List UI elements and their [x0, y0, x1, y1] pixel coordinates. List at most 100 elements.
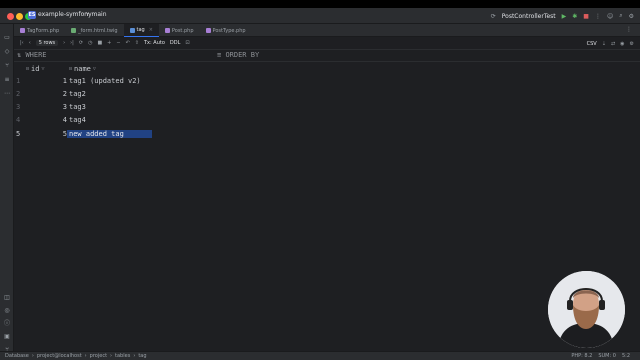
cell-id[interactable]: 4 [50, 116, 67, 124]
branch-selector[interactable]: ⑂ main [86, 11, 107, 18]
tab-form-twig[interactable]: _form.html.twig [65, 24, 123, 37]
tx-mode-selector[interactable]: Tx: Auto [144, 40, 165, 46]
cell-id[interactable]: 1 [50, 77, 67, 85]
column-icon: ⊟ [69, 66, 73, 72]
breadcrumb-item[interactable]: project@localhost [37, 353, 82, 359]
minimize-window-button[interactable] [16, 13, 23, 20]
cell-id[interactable]: 2 [50, 90, 67, 98]
revert-icon[interactable]: ↶ [126, 40, 130, 46]
search-icon[interactable]: ⌕ [619, 12, 622, 20]
where-filter-input[interactable]: ⇅ WHERE [17, 51, 47, 59]
breadcrumb: Database › project@localhost › project › ta… [5, 353, 147, 359]
row-number: 5 [16, 130, 21, 138]
table-row[interactable]: 4 4 tag4 [14, 116, 154, 129]
add-row-icon[interactable]: + [107, 40, 111, 46]
tab-posttype[interactable]: PostType.php [200, 24, 252, 37]
webcam-overlay [548, 271, 625, 348]
tab-tag-table[interactable]: tag × [123, 24, 159, 37]
settings-icon[interactable]: ⚙ [630, 41, 634, 47]
terminal-icon[interactable]: ▣ [3, 333, 11, 341]
cell-name[interactable]: tag4 [67, 116, 152, 124]
cell-name[interactable]: tag2 [67, 90, 152, 98]
query-icon[interactable]: ⊡ [185, 40, 189, 46]
column-header-name[interactable]: ⊟ name ▽ [69, 63, 96, 75]
debug-icon[interactable]: ✱ [572, 13, 577, 20]
first-page-icon[interactable]: |‹ [20, 40, 24, 46]
settings-icon[interactable]: ⚙ [629, 13, 634, 20]
table-icon [129, 27, 135, 33]
history-icon[interactable]: ◷ [88, 40, 92, 46]
remove-row-icon[interactable]: − [116, 40, 120, 46]
stop-icon[interactable]: ■ [97, 40, 102, 46]
tab-post[interactable]: Post.php [159, 24, 200, 37]
php-version[interactable]: PHP: 8.2 [571, 353, 592, 359]
close-window-button[interactable] [7, 13, 14, 20]
breadcrumb-item[interactable]: tables [115, 353, 130, 359]
tab-overflow-icon[interactable]: ⋮ [626, 26, 632, 33]
submit-icon[interactable]: ⇧ [135, 40, 139, 46]
structure-icon[interactable]: ≡ [3, 76, 11, 84]
breadcrumb-item[interactable]: project [90, 353, 107, 359]
folder-icon[interactable]: ▭ [3, 34, 11, 42]
ddl-button[interactable]: DDL [170, 40, 181, 46]
breadcrumb-item[interactable]: tag [138, 353, 146, 359]
view-icon[interactable]: ◉ [620, 41, 624, 47]
tab-label: Post.php [171, 27, 194, 34]
services-icon[interactable]: ◎ [3, 307, 11, 315]
data-editor-toolbar: |‹ ‹ 5 rows › ›| ⟳ ◷ ■ + − ↶ ⇧ Tx: Auto … [14, 37, 640, 50]
more-tools-icon[interactable]: ⋯ [3, 90, 11, 98]
add-user-icon[interactable]: ☺ [607, 13, 613, 20]
sync-icon[interactable]: ⟳ [491, 13, 496, 20]
stop-icon[interactable]: ■ [583, 13, 589, 20]
orderby-label: ORDER BY [225, 51, 260, 59]
table-row[interactable]: 1 1 tag1 (updated v2) [14, 77, 154, 90]
tab-label: _form.html.twig [78, 27, 118, 34]
table-row-selected[interactable]: 5 5 new added tag [14, 130, 154, 143]
aggregate-sum[interactable]: SUM: 0 [598, 353, 616, 359]
database-icon[interactable]: ◫ [3, 294, 11, 302]
refresh-icon[interactable]: ⟳ [79, 40, 83, 46]
row-count-selector[interactable]: 5 rows [35, 40, 59, 46]
compare-icon[interactable]: ⇄ [611, 41, 615, 47]
filter-icon[interactable]: ▽ [41, 66, 44, 72]
table-row[interactable]: 3 3 tag3 [14, 103, 154, 116]
download-icon[interactable]: ⇣ [602, 41, 606, 47]
tab-label: PostType.php [212, 27, 246, 34]
next-page-icon[interactable]: › [63, 40, 65, 46]
commit-icon[interactable]: ◇ [3, 48, 11, 56]
row-number: 4 [16, 116, 21, 124]
cell-id[interactable]: 3 [50, 103, 67, 111]
column-header-id[interactable]: ⊟ id ▽ [26, 63, 44, 75]
cursor-position[interactable]: 5:2 [622, 353, 630, 359]
problems-icon[interactable]: ⓘ [3, 320, 11, 328]
where-label: WHERE [25, 51, 47, 59]
cell-id[interactable]: 5 [50, 130, 67, 138]
cell-name[interactable]: tag3 [67, 103, 152, 111]
project-selector[interactable]: example-symfony [38, 11, 92, 18]
tab-tagform[interactable]: TagForm.php [14, 24, 65, 37]
project-badge[interactable]: ES [28, 11, 36, 19]
breadcrumb-item[interactable]: Database [5, 353, 29, 359]
filter-icon[interactable]: ▽ [93, 66, 96, 72]
row-number: 2 [16, 90, 21, 98]
row-number: 3 [16, 103, 21, 111]
close-icon[interactable]: × [149, 27, 153, 33]
titlebar-actions: ⟳ PostControllerTest ▶ ✱ ■ ⋮ ☺ ⌕ ⚙ [491, 10, 634, 22]
export-format-selector[interactable]: CSV [587, 41, 597, 47]
run-icon[interactable]: ▶ [562, 13, 567, 20]
ide-window: ES example-symfony ⑂ main ⟳ PostControll… [0, 8, 640, 360]
table-row[interactable]: 2 2 tag2 [14, 90, 154, 103]
toolbar-right: CSV ⇣ ⇄ ◉ ⚙ [587, 37, 634, 50]
orderby-input[interactable]: ≡ ORDER BY [217, 51, 259, 59]
cell-name[interactable]: tag1 (updated v2) [67, 77, 152, 85]
php-file-icon [205, 28, 211, 33]
twig-file-icon [71, 28, 77, 33]
prev-page-icon[interactable]: ‹ [29, 40, 31, 46]
column-header-label: id [31, 65, 40, 73]
last-page-icon[interactable]: ›| [70, 40, 74, 46]
column-header-label: name [74, 65, 91, 73]
more-icon[interactable]: ⋮ [595, 13, 601, 20]
vcs-icon[interactable]: ⑂ [3, 62, 11, 70]
run-config-selector[interactable]: PostControllerTest [502, 13, 556, 20]
cell-name-editor[interactable]: new added tag [67, 130, 152, 138]
